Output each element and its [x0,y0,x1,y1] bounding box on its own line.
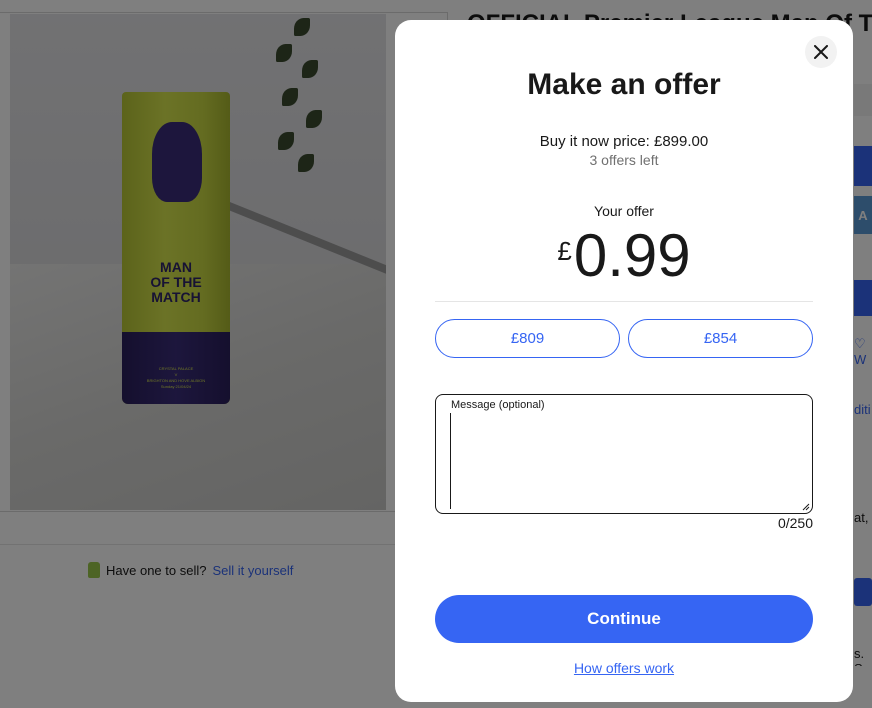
resize-handle-icon[interactable] [802,503,810,511]
continue-button[interactable]: Continue [435,595,813,643]
offer-value[interactable]: 0.99 [574,220,691,292]
offer-divider [435,301,813,302]
suggested-offer-button-1[interactable]: £809 [435,319,620,358]
suggested-offer-button-2[interactable]: £854 [628,319,813,358]
offer-amount-input[interactable]: £ 0.99 [395,220,853,292]
offer-currency-symbol: £ [557,236,572,266]
how-offers-work-link[interactable]: How offers work [395,660,853,676]
dialog-title: Make an offer [527,68,721,101]
message-field[interactable]: Message (optional) [435,394,813,514]
close-button[interactable] [805,36,837,68]
offers-left-text: 3 offers left [589,152,659,168]
message-char-count: 0/250 [777,515,813,531]
make-offer-dialog: Make an offer Buy it now price: £899.00 … [395,20,853,702]
close-icon [814,45,828,59]
your-offer-label: Your offer [594,203,654,219]
message-textarea[interactable] [450,413,800,509]
message-field-label: Message (optional) [451,399,545,411]
buy-it-now-price: Buy it now price: £899.00 [539,133,709,150]
